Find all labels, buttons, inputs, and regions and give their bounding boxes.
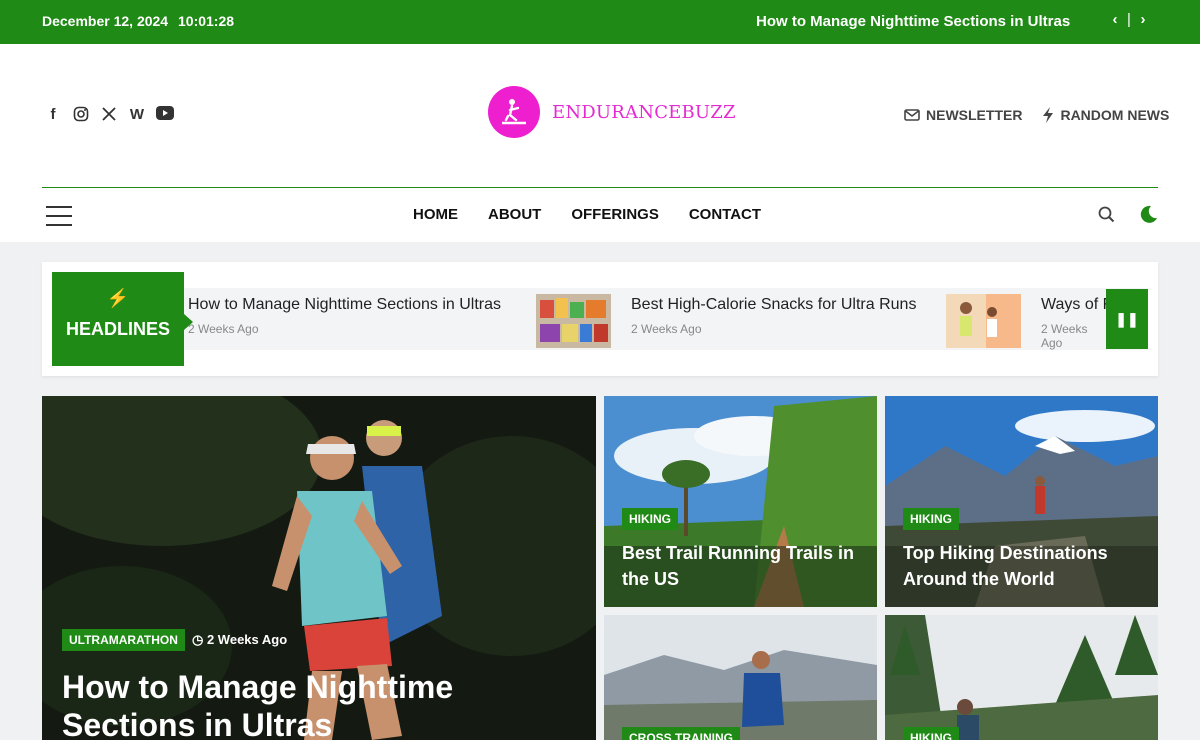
x-icon[interactable] (100, 106, 118, 124)
headlines-label: HEADLINES (65, 319, 170, 339)
menu-item-about[interactable]: ABOUT (488, 206, 541, 223)
wikipedia-icon[interactable]: W (128, 106, 146, 124)
instagram-icon[interactable] (72, 106, 90, 124)
social-links: f W (44, 106, 174, 124)
ticker-item-title: How to Manage Nighttime Sections in Ultr… (188, 296, 502, 313)
headlines-label-box: ⚡ HEADLINES (52, 272, 193, 366)
logo-mark (488, 86, 540, 138)
post-card[interactable]: HIKING (885, 615, 1158, 740)
bolt-icon (1043, 107, 1054, 123)
hamburger-menu-icon[interactable] (46, 206, 72, 233)
random-news-link[interactable]: RANDOM NEWS (1042, 107, 1169, 123)
current-date: December 12, 2024 (42, 13, 169, 29)
current-time: 10:01:28 (178, 13, 235, 29)
pause-button[interactable]: ❚❚ (1106, 289, 1148, 349)
random-news-label: RANDOM NEWS (1060, 107, 1170, 123)
clock-icon: ◷ (192, 632, 207, 647)
snacks-thumbnail[interactable] (536, 294, 611, 348)
ticker-item-meta: 2 Weeks Ago (1041, 322, 1088, 350)
runners-thumbnail[interactable] (946, 294, 1021, 348)
ticker-item-title: Best High-Calorie Snacks for Ultra Runs (631, 296, 917, 313)
site-logo[interactable]: ENDURANCEBUZZ (488, 86, 736, 138)
main-menu: HOME ABOUT OFFERINGS CONTACT (413, 206, 761, 223)
ticker-item-meta: 2 Weeks Ago (188, 322, 259, 336)
ticker-item[interactable]: Best High-Calorie Snacks for Ultra Runs … (631, 296, 916, 336)
card-title[interactable]: Top Hiking Destinations Around the World (903, 540, 1143, 592)
bolt-icon: ⚡ (106, 288, 130, 308)
youtube-icon[interactable] (156, 106, 174, 124)
card-image (604, 615, 877, 740)
featured-post[interactable]: ULTRAMARATHON ◷ 2 Weeks Ago How to Manag… (42, 396, 596, 740)
newsletter-label: NEWSLETTER (926, 107, 1023, 123)
post-date: 2 Weeks Ago (206, 632, 288, 647)
pause-icon: ❚❚ (1115, 310, 1139, 327)
divider: | (1127, 11, 1131, 28)
logo-text: ENDURANCEBUZZ (552, 101, 736, 123)
category-badge[interactable]: HIKING (903, 508, 959, 530)
menu-item-contact[interactable]: CONTACT (689, 206, 761, 223)
headlines-ticker: ⚡ HEADLINES How to Manage Nighttime Sect… (42, 262, 1158, 376)
category-badge[interactable]: ULTRAMARATHON (62, 629, 185, 651)
search-icon[interactable] (1098, 206, 1115, 223)
envelope-icon (904, 109, 920, 121)
prev-arrow-icon[interactable]: ‹ (1108, 11, 1122, 28)
hero-title[interactable]: How to Manage Nighttime Sections in Ultr… (62, 668, 532, 740)
newsletter-link[interactable]: NEWSLETTER (904, 107, 1022, 123)
category-badge[interactable]: HIKING (903, 727, 959, 740)
site-header: f W ENDURANCEBUZZ NEWSLETTER RANDOM NEWS… (0, 44, 1200, 242)
menu-item-home[interactable]: HOME (413, 206, 458, 223)
ticker-item-title: Ways of F (1041, 296, 1111, 313)
top-ticker-link[interactable]: How to Manage Nighttime Sections in Ultr… (756, 13, 1070, 30)
ticker-item[interactable]: How to Manage Nighttime Sections in Ultr… (188, 296, 501, 336)
header-divider (42, 187, 1158, 188)
menu-item-offerings[interactable]: OFFERINGS (571, 206, 659, 223)
top-bar: December 12, 2024 10:01:28 How to Manage… (0, 0, 1200, 44)
ticker-item[interactable]: Ways of F 2 Weeks Ago (1041, 296, 1111, 350)
facebook-icon[interactable]: f (44, 106, 62, 124)
ticker-item-meta: 2 Weeks Ago (631, 322, 702, 336)
dark-mode-moon-icon[interactable] (1139, 205, 1158, 224)
header-links: NEWSLETTER RANDOM NEWS (904, 107, 1169, 123)
card-title[interactable]: Best Trail Running Trails in the US (622, 540, 862, 592)
post-card[interactable]: HIKING Top Hiking Destinations Around th… (885, 396, 1158, 607)
post-meta: ◷ 2 Weeks Ago (192, 632, 287, 648)
card-image (885, 615, 1158, 740)
category-badge[interactable]: CROSS TRAINING (622, 727, 741, 740)
top-ticker-nav: ‹ | › (1108, 11, 1150, 28)
next-arrow-icon[interactable]: › (1136, 11, 1150, 28)
category-badge[interactable]: HIKING (622, 508, 678, 530)
post-card[interactable]: HIKING Best Trail Running Trails in the … (604, 396, 877, 607)
post-card[interactable]: CROSS TRAINING (604, 615, 877, 740)
